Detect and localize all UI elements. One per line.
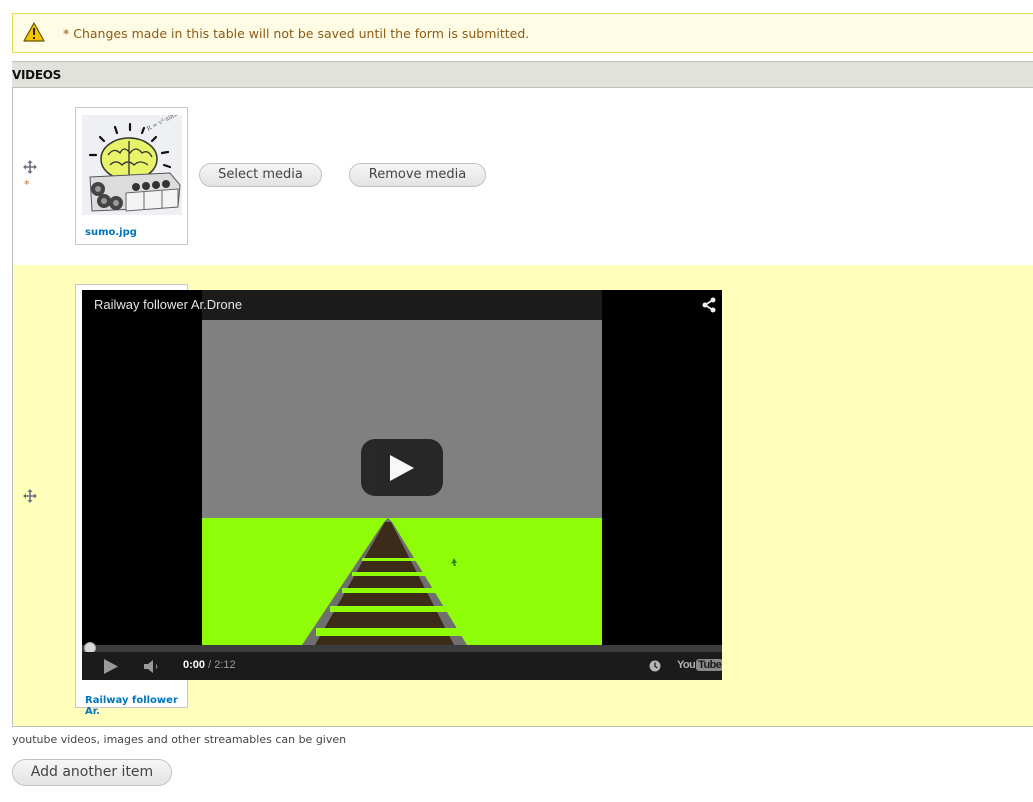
volume-icon[interactable] <box>144 660 160 673</box>
current-time: 0:00 <box>183 659 206 671</box>
play-icon <box>390 455 414 481</box>
youtube-logo-you: You <box>677 659 696 671</box>
sumo-thumbnail-image: R = v²·sin2θ <box>82 115 182 215</box>
changes-warning: * Changes made in this table will not be… <box>12 13 1033 53</box>
field-description: youtube videos, images and other streama… <box>12 733 347 746</box>
media-filename-link[interactable]: sumo.jpg <box>85 227 137 238</box>
railway-track-graphic <box>302 518 467 645</box>
duration: 2:12 <box>214 659 236 671</box>
play-icon[interactable] <box>104 659 118 674</box>
drag-move-icon[interactable] <box>23 489 37 503</box>
youtube-player[interactable]: Railway follower Ar.Drone 0:00 / 2:12 Yo… <box>82 290 722 680</box>
media-video-link[interactable]: Railway follower Ar. <box>85 695 187 717</box>
video-title-bar: Railway follower Ar.Drone <box>82 290 602 320</box>
add-another-item-button[interactable]: Add another item <box>12 759 172 786</box>
video-time: 0:00 / 2:12 <box>183 659 236 671</box>
time-separator: / <box>205 659 215 671</box>
table-header: VIDEOS <box>12 61 1033 88</box>
video-title[interactable]: Railway follower Ar.Drone <box>94 297 242 312</box>
drag-move-icon[interactable] <box>23 160 37 174</box>
table-row: Railway follower Ar. Railway follower Ar… <box>12 265 1033 727</box>
share-icon[interactable] <box>701 297 717 313</box>
select-media-button[interactable]: Select media <box>199 163 322 187</box>
required-marker: * <box>24 178 30 191</box>
brain-robot-icon: R = v²·sin2θ <box>82 115 182 215</box>
youtube-logo-tube: Tube <box>696 659 722 671</box>
table-row: * R = v²·sin2θ sumo.jpg Select media Rem… <box>12 88 1033 265</box>
warning-triangle-icon <box>23 22 45 42</box>
big-play-button[interactable] <box>361 439 443 496</box>
remove-media-button[interactable]: Remove media <box>349 163 486 187</box>
table-header-label: VIDEOS <box>12 68 61 82</box>
warning-message: * Changes made in this table will not be… <box>63 26 530 41</box>
youtube-logo[interactable]: You Tube <box>677 659 722 671</box>
video-progress-bar[interactable] <box>82 645 722 652</box>
player-controls: 0:00 / 2:12 You Tube <box>82 652 722 680</box>
watch-later-icon[interactable] <box>649 660 661 672</box>
media-thumbnail-card[interactable]: R = v²·sin2θ sumo.jpg <box>75 107 188 245</box>
